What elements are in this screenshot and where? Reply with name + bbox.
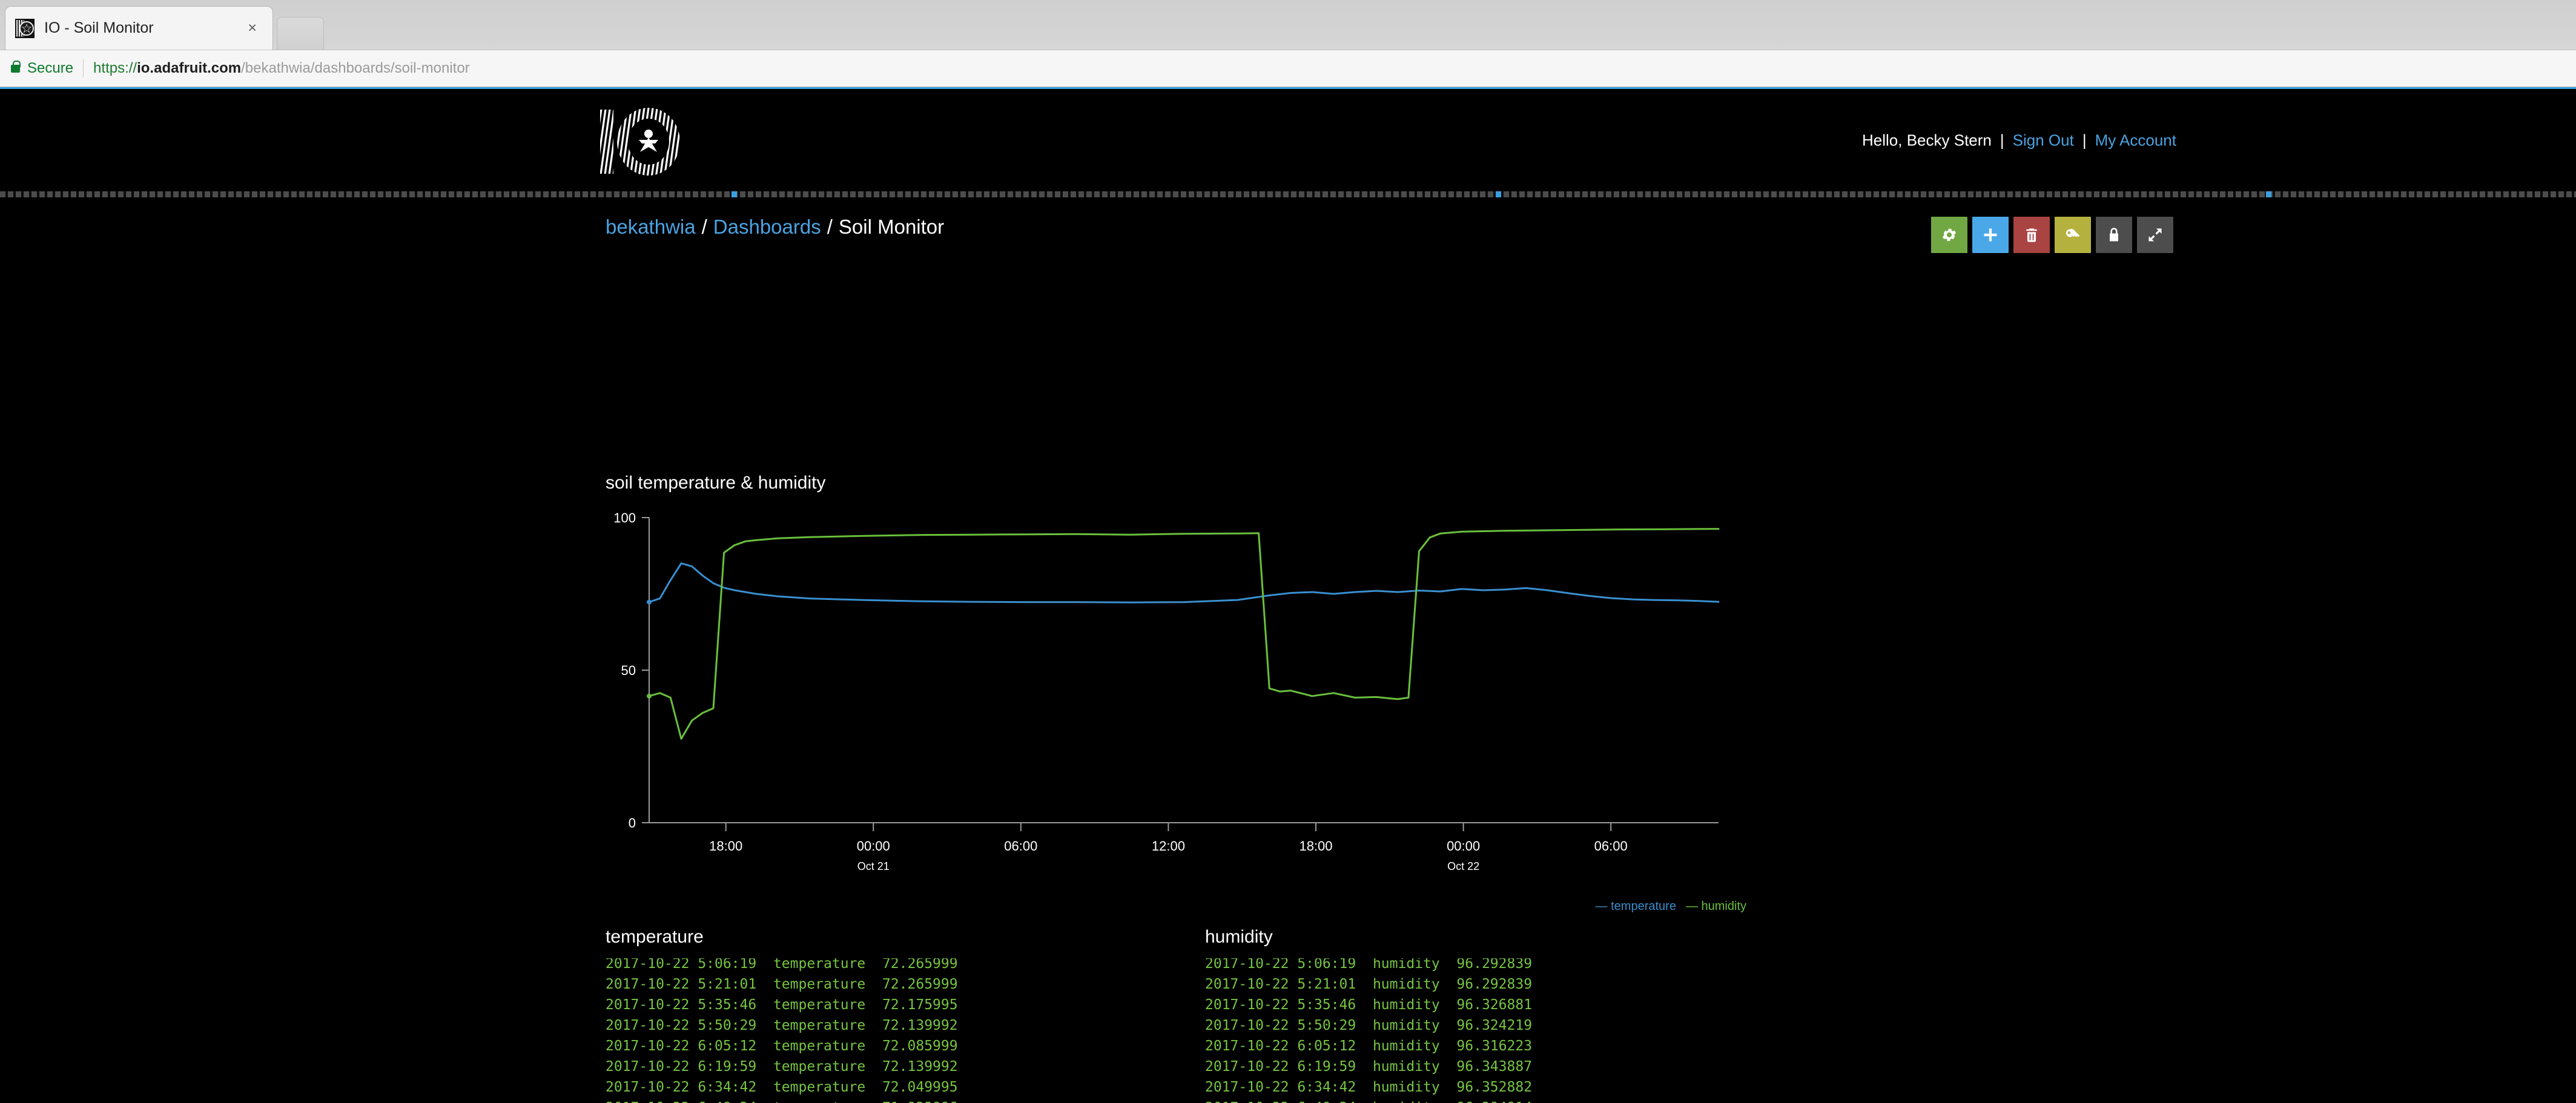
line-chart: 0 50 100 18:00 00:00 Oct 21 06:00 12:00 18:00 00:… xyxy=(613,510,1720,872)
legend-item-temperature: — temperature xyxy=(1595,900,1676,913)
series-start-dot-temperature xyxy=(647,599,652,605)
address-bar[interactable]: Secure https://io.adafruit.com/bekathwia… xyxy=(0,50,2576,87)
feed-stream[interactable]: 2017-10-22 5:06:19 humidity 96.292839 20… xyxy=(1205,958,1786,1103)
security-status: Secure xyxy=(27,60,74,76)
y-axis-tick-label: 0 xyxy=(629,815,636,831)
chart-area[interactable]: 0 50 100 18:00 00:00 Oct 21 06:00 12:00 18:00 00:… xyxy=(606,508,1750,913)
greeting-text: Hello, Becky Stern xyxy=(1862,131,1992,149)
series-line-temperature xyxy=(648,562,1720,604)
ticker-tick-blue-1 xyxy=(732,191,737,197)
feed-title: humidity xyxy=(1205,927,1273,947)
chart-legend: — temperature — humidity xyxy=(1596,900,1746,914)
omnibar-divider xyxy=(83,59,84,77)
chart-block: soil temperature & humidity 0 50 100 18:00 0… xyxy=(606,473,1750,913)
lock-icon xyxy=(11,60,21,73)
ticker-tick-blue-2 xyxy=(1496,191,1501,197)
site-header: Hello, Becky Stern | Sign Out | My Accou… xyxy=(0,87,2576,191)
x-axis-tick-label: 06:00 xyxy=(1004,838,1037,854)
gear-icon xyxy=(1942,228,1957,242)
sign-out-link[interactable]: Sign Out xyxy=(2013,131,2074,150)
browser-tab[interactable]: IO - Soil Monitor × xyxy=(5,6,273,50)
breadcrumb-user[interactable]: bekathwia xyxy=(606,216,696,238)
feed-lines: 2017-10-22 5:06:19 temperature 72.265999… xyxy=(606,958,958,1103)
x-axis-tick-sublabel: Oct 22 xyxy=(1447,860,1479,872)
feed-stream[interactable]: 2017-10-22 5:06:19 temperature 72.265999… xyxy=(606,958,1187,1103)
breadcrumb-slash-2: / xyxy=(827,216,833,238)
x-axis-tick-label: 00:00 xyxy=(857,838,890,854)
feed-panel-temperature: temperature 2017-10-22 5:06:19 temperatu… xyxy=(606,927,1187,1103)
dashboard-page: bekathwia / Dashboards / Soil Monitor so… xyxy=(0,197,2576,1103)
page-title: Soil Monitor xyxy=(838,216,945,238)
close-icon[interactable]: × xyxy=(242,19,263,37)
tab-strip: IO - Soil Monitor × xyxy=(0,0,2576,50)
breadcrumb-row: bekathwia / Dashboards / Soil Monitor xyxy=(0,216,2576,258)
dashboard-toolbar xyxy=(1931,217,2173,253)
ticker-tick-blue-3 xyxy=(2266,191,2271,197)
tab-title: IO - Soil Monitor xyxy=(44,19,154,36)
privacy-button[interactable] xyxy=(2096,217,2132,253)
chart-title: soil temperature & humidity xyxy=(606,473,826,493)
settings-button[interactable] xyxy=(1931,217,1967,253)
url-scheme: https:// xyxy=(93,60,137,76)
new-tab-button[interactable] xyxy=(277,17,324,50)
my-account-link[interactable]: My Account xyxy=(2095,131,2176,150)
adafruit-io-favicon xyxy=(15,18,35,38)
key-icon xyxy=(2066,229,2080,237)
adafruit-io-logo[interactable] xyxy=(596,106,707,177)
feed-panel-humidity: humidity 2017-10-22 5:06:19 humidity 96.… xyxy=(1205,927,1786,1103)
feed-lines: 2017-10-22 5:06:19 humidity 96.292839 20… xyxy=(1205,958,1533,1103)
url-text[interactable]: https://io.adafruit.com/bekathwia/dashbo… xyxy=(93,60,470,77)
breadcrumb-dashboards[interactable]: Dashboards xyxy=(713,216,821,238)
delete-button[interactable] xyxy=(2013,217,2050,253)
expand-arrows-icon xyxy=(2148,228,2162,242)
x-axis-tick-label: 12:00 xyxy=(1152,838,1185,854)
x-axis-tick-sublabel: Oct 21 xyxy=(857,860,890,872)
add-block-button[interactable] xyxy=(1972,217,2009,253)
lock-icon xyxy=(2110,228,2118,242)
breadcrumb: bekathwia / Dashboards / Soil Monitor xyxy=(606,216,944,239)
url-path: /bekathwia/dashboards/soil-monitor xyxy=(241,60,470,76)
plus-icon xyxy=(1984,228,1997,242)
x-axis-tick-label: 18:00 xyxy=(709,838,742,854)
account-separator-2: | xyxy=(2082,131,2087,149)
account-bar: Hello, Becky Stern | Sign Out | My Accou… xyxy=(1862,131,2176,150)
legend-item-humidity: — humidity xyxy=(1685,900,1746,913)
key-button[interactable] xyxy=(2055,217,2091,253)
fullscreen-button[interactable] xyxy=(2137,217,2173,253)
y-axis-tick-label: 100 xyxy=(613,510,636,525)
series-start-dot-humidity xyxy=(647,693,652,699)
x-axis-tick-label: 00:00 xyxy=(1447,838,1480,854)
dashed-ticker-strip xyxy=(0,191,2576,197)
feed-title: temperature xyxy=(606,927,704,947)
y-axis-tick-label: 50 xyxy=(621,663,636,678)
trash-icon xyxy=(2026,228,2037,242)
account-separator-1: | xyxy=(2000,131,2004,149)
x-axis-tick-label: 06:00 xyxy=(1594,838,1628,854)
breadcrumb-slash-1: / xyxy=(701,216,707,238)
x-axis-tick-label: 18:00 xyxy=(1299,838,1332,854)
browser-chrome: IO - Soil Monitor × Secure https://io.ad… xyxy=(0,0,2576,87)
url-host: io.adafruit.com xyxy=(137,60,242,76)
series-line-humidity xyxy=(648,528,1720,740)
